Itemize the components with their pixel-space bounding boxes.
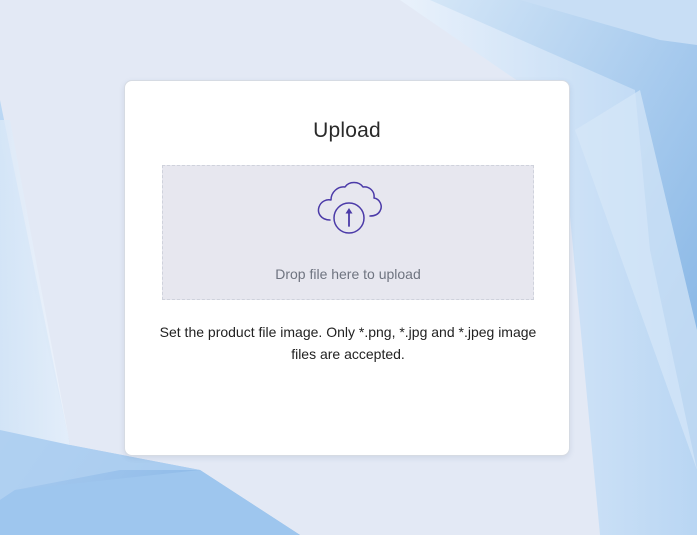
dropzone-label: Drop file here to upload	[275, 266, 421, 282]
upload-card: Upload Drop file here to upload Set the …	[124, 80, 570, 456]
file-dropzone[interactable]: Drop file here to upload	[162, 165, 534, 300]
upload-title: Upload	[313, 119, 381, 142]
cloud-upload-icon	[317, 181, 382, 234]
upload-help-text: Set the product file image. Only *.png, …	[159, 324, 537, 362]
